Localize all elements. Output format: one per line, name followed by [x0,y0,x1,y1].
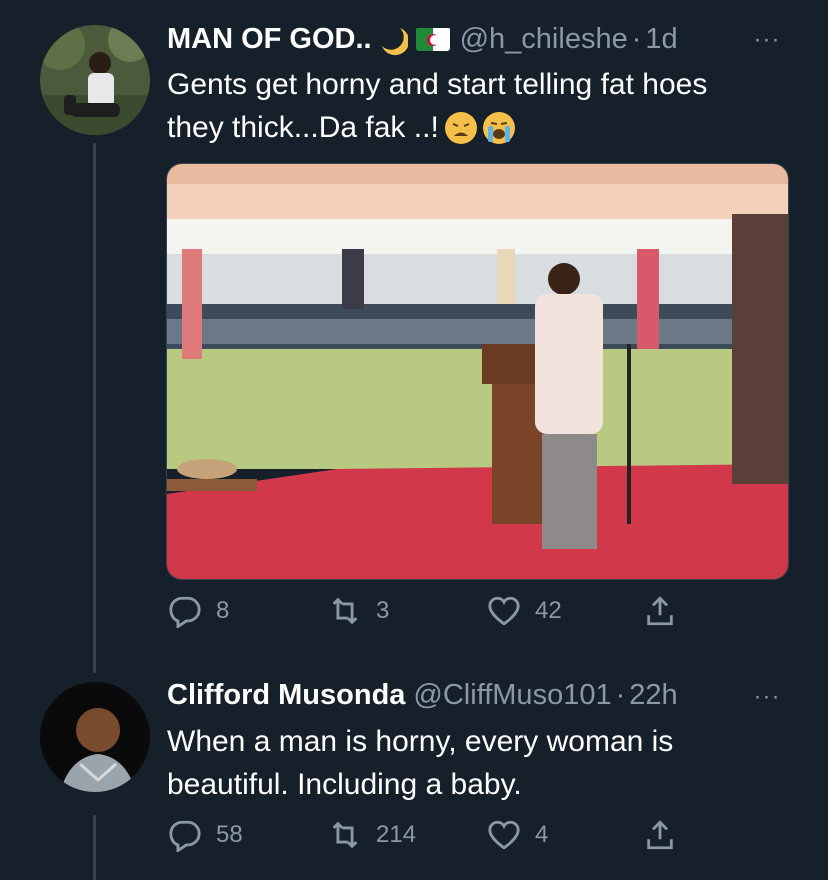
user-handle[interactable]: @h_chileshe [460,23,628,56]
share-icon [647,820,673,850]
tweet-text: When a man is horny, every woman is beau… [167,720,673,806]
retweet-button[interactable]: 214 [328,818,416,852]
retweet-icon [332,597,358,625]
tweet-text-line-2: they thick...Da fak ..! [167,106,707,149]
share-button[interactable] [643,594,691,628]
tweet-header: Clifford Musonda @CliffMuso101 · 22h [167,679,678,712]
tweet-text-line: beautiful. Including a baby. [167,768,522,801]
separator-dot: · [615,679,626,711]
tweet-text: Gents get horny and start telling fat ho… [167,63,707,149]
share-icon [647,596,673,626]
tweet-text-content: they thick...Da fak ..! [167,111,439,144]
share-button[interactable] [643,818,691,852]
tweet-text-line: When a man is horny, every woman is [167,725,674,758]
reply-button[interactable]: 8 [168,594,229,628]
display-name[interactable]: Clifford Musonda [167,679,405,712]
user-handle[interactable]: @CliffMuso101 [413,679,611,712]
like-count: 42 [535,597,562,624]
reply-count: 8 [216,597,230,624]
avatar[interactable] [40,682,150,792]
heart-icon [488,596,520,626]
retweet-icon [332,821,358,849]
like-count: 4 [535,821,549,848]
reply-button[interactable]: 58 [168,818,243,852]
retweet-button[interactable]: 3 [328,594,389,628]
retweet-count: 3 [376,597,390,624]
timestamp[interactable]: 22h [629,679,677,712]
like-button[interactable]: 42 [487,594,562,628]
thread-connector-line [93,815,96,880]
heart-icon [488,820,520,850]
retweet-count: 214 [376,821,417,848]
tweet-media-image[interactable] [166,163,789,580]
reply-count: 58 [216,821,243,848]
tweet-header: MAN OF GOD.. @h_chileshe · 1d [167,22,678,56]
weary-face-emoji-icon [444,111,477,144]
crescent-moon-emoji-icon [374,22,409,56]
separator-dot: · [631,22,642,55]
algeria-flag-icon [415,27,450,51]
more-options-icon[interactable]: ··· [745,25,789,55]
crying-face-emoji-icon [482,111,515,144]
reply-icon [169,596,201,628]
display-name[interactable]: MAN OF GOD.. [167,23,372,56]
reply-icon [169,820,201,852]
avatar[interactable] [40,25,150,135]
tweet-text-line: Gents get horny and start telling fat ho… [167,68,708,101]
thread-connector-line [93,143,96,673]
like-button[interactable]: 4 [487,818,548,852]
more-options-icon[interactable]: ··· [745,682,789,712]
timestamp[interactable]: 1d [645,23,677,56]
